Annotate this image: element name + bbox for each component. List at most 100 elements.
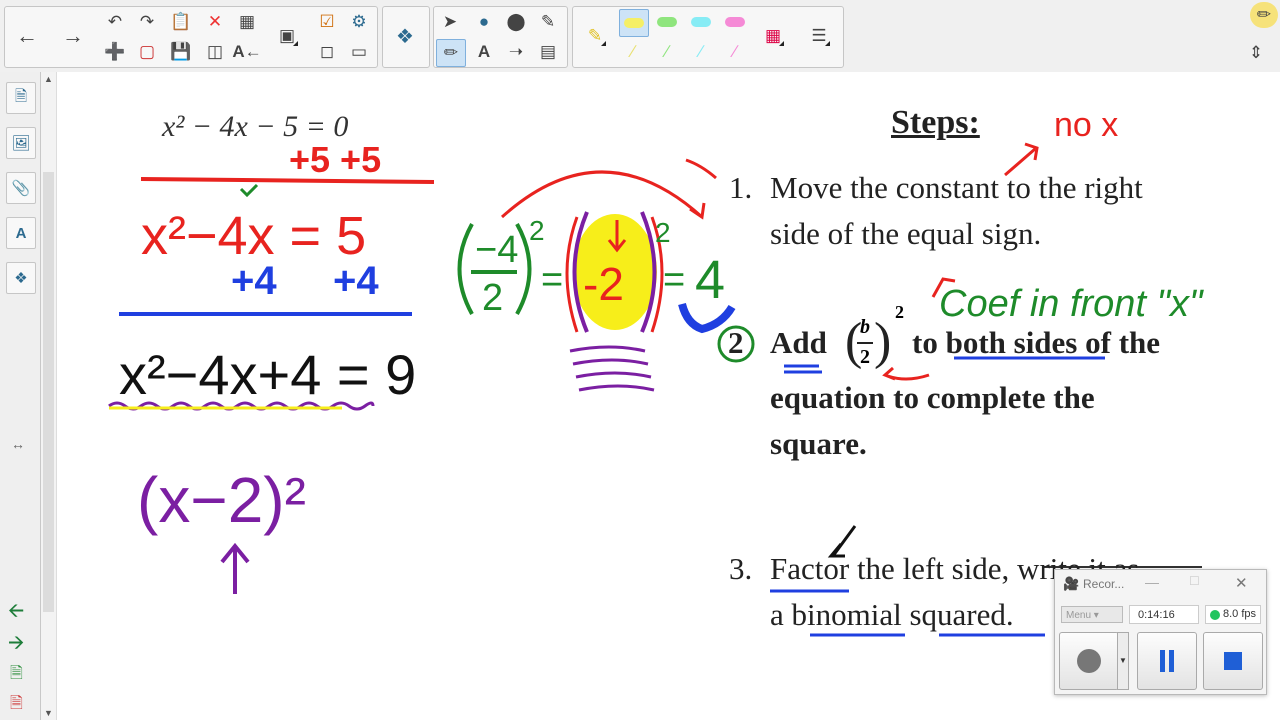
pen-light-green-icon[interactable]: ∕ xyxy=(653,39,681,65)
scroll-thumb[interactable] xyxy=(43,172,54,612)
add-page-sidebar-icon[interactable]: 🗎 xyxy=(10,662,23,689)
forward-arrow-icon[interactable]: → xyxy=(59,23,87,49)
undo-icon[interactable]: ↶ xyxy=(101,9,129,35)
scroll-up-icon[interactable]: ▲ xyxy=(44,74,53,84)
fill-icon[interactable]: ⬤ xyxy=(502,9,530,35)
redo-icon[interactable]: ↷ xyxy=(133,9,161,35)
lines-icon[interactable]: ➝ xyxy=(502,39,530,65)
vertical-scrollbar[interactable]: ▲ ▼ xyxy=(41,72,57,720)
svg-text:2: 2 xyxy=(529,215,545,246)
add-four-left: +4 xyxy=(231,259,277,303)
color-palette-icon[interactable]: ▦ xyxy=(759,23,787,49)
page-sorter-icon[interactable]: 🗎 xyxy=(6,82,36,114)
step2-rest: to both sides of the xyxy=(912,325,1161,360)
svg-text:=: = xyxy=(541,259,563,301)
pause-icon xyxy=(1160,650,1174,672)
step1-number: 1. xyxy=(729,170,753,205)
resize-handle-icon[interactable]: ↔ xyxy=(11,436,25,452)
minimize-icon[interactable]: — xyxy=(1145,574,1159,590)
close-icon[interactable]: ✕ xyxy=(1235,574,1248,592)
steps-heading: Steps: xyxy=(891,104,980,141)
eraser-icon[interactable]: ▤ xyxy=(534,39,562,65)
pen-icon[interactable]: ✏ xyxy=(436,39,466,67)
puzzle-icon[interactable]: ❖ xyxy=(391,23,419,49)
delete-page-icon[interactable]: ▢ xyxy=(133,39,161,65)
back-arrow-icon[interactable]: ← xyxy=(13,23,41,49)
fraction-exponent: 2 xyxy=(895,302,904,322)
next-page-icon[interactable]: 🡪 xyxy=(8,628,24,662)
select-arrow-icon[interactable]: ➤ xyxy=(436,9,464,35)
save-icon[interactable]: 💾 xyxy=(167,39,195,65)
capture-icon[interactable]: ◻ xyxy=(313,39,341,65)
purple-bulb-base xyxy=(569,345,655,392)
purple-up-arrow xyxy=(220,542,250,594)
pen-yellow-icon[interactable]: ✎ xyxy=(581,23,609,49)
toolbar-group-tools: ➤ ● ⬤ ✎ ✏ A ➝ ▤ xyxy=(433,6,568,68)
record-circle-icon xyxy=(1077,649,1101,673)
toolbar-group-addons: ❖ xyxy=(382,6,430,68)
recording-time: 0:14:16 xyxy=(1129,605,1199,624)
step2-line2: equation to complete the xyxy=(770,380,1095,415)
stop-button[interactable] xyxy=(1203,632,1263,690)
fraction-numerator: −4 xyxy=(475,229,518,271)
toolbar-position-icon[interactable]: ⇕ xyxy=(1242,40,1270,66)
pause-button[interactable] xyxy=(1137,632,1197,690)
fps-value: 8.0 fps xyxy=(1223,608,1257,620)
fps-display: 8.0 fps xyxy=(1205,605,1261,624)
toolbar-group-pens: ✎ ∕ ∕ ∕ ∕ ▦ ☰ xyxy=(572,6,844,68)
status-indicator-icon xyxy=(1210,610,1220,620)
add-four-right: +4 xyxy=(333,259,379,303)
pen-light-cyan-icon[interactable]: ∕ xyxy=(687,39,715,65)
record-button[interactable] xyxy=(1059,632,1119,690)
step2-circled-number: 2 xyxy=(728,325,744,360)
svg-text:2: 2 xyxy=(655,217,671,248)
highlighter-yellow-icon[interactable] xyxy=(619,9,649,37)
fraction-two: 2 xyxy=(860,346,870,368)
red-divider-line xyxy=(140,177,435,184)
add-five-both-sides: +5 +5 xyxy=(289,139,381,180)
main-toolbar: ← → ↶ ↷ 📋 ✕ ▦ ➕ ▢ 💾 ◫ A← ▣ ☑ ⚙ ◻ ▭ ❖ ➤ ●… xyxy=(0,0,1280,73)
scroll-down-icon[interactable]: ▼ xyxy=(44,708,53,718)
text-icon[interactable]: A xyxy=(470,39,498,65)
highlighter-cyan-icon[interactable] xyxy=(687,9,715,35)
recorder-title: Recor... xyxy=(1083,577,1125,591)
record-options-dropdown[interactable]: ▼ xyxy=(1117,632,1129,690)
recorder-menu-button[interactable]: Menu ▾ xyxy=(1061,606,1123,623)
magic-pen-icon[interactable]: ✎ xyxy=(534,9,562,35)
highlighter-pink-icon[interactable] xyxy=(721,9,749,35)
text-tools-icon[interactable]: A← xyxy=(232,39,261,65)
step2-line3: square. xyxy=(770,426,867,461)
screen-shade-icon[interactable]: ◫ xyxy=(201,39,229,65)
pen-light-yellow-icon[interactable]: ∕ xyxy=(619,39,647,65)
gallery-icon[interactable]: 🖼 xyxy=(6,127,36,159)
highlighter-green-icon[interactable] xyxy=(653,9,681,35)
properties-icon[interactable]: A xyxy=(6,217,36,249)
step1-line2: side of the equal sign. xyxy=(770,216,1042,251)
red-arc-arrow xyxy=(500,170,704,219)
pen-light-pink-icon[interactable]: ∕ xyxy=(721,39,749,65)
add-ons-icon[interactable]: ⚙ xyxy=(345,9,373,35)
shape-icon[interactable]: ● xyxy=(470,9,498,35)
note-no-x: no x xyxy=(1054,106,1118,144)
recorder-app-icon: 🎥 xyxy=(1063,576,1080,591)
record-icon[interactable]: ▭ xyxy=(345,39,373,65)
paste-icon[interactable]: 📋 xyxy=(167,9,195,35)
maximize-icon[interactable]: ☐ xyxy=(1189,574,1200,588)
line-style-icon[interactable]: ☰ xyxy=(805,23,833,49)
attachments-icon[interactable]: 📎 xyxy=(6,172,36,204)
step2-add-label: Add xyxy=(770,325,827,360)
negative-two: -2 xyxy=(583,258,624,310)
previous-page-icon[interactable]: 🡨 xyxy=(8,596,24,630)
svg-text:=: = xyxy=(663,259,685,301)
add-page-icon[interactable]: ➕ xyxy=(101,39,129,65)
delete-page-sidebar-icon[interactable]: 🗎 xyxy=(10,692,23,719)
response-icon[interactable]: ☑ xyxy=(313,9,341,35)
pen-indicator-icon: ✏ xyxy=(1250,2,1278,28)
completed-equation: x²−4x+4 = 9 xyxy=(119,343,416,406)
document-camera-icon[interactable]: ▣ xyxy=(273,23,301,49)
add-ons-sidebar-icon[interactable]: ❖ xyxy=(6,262,36,294)
factored-form: (x−2)² xyxy=(137,464,306,536)
step3-number: 3. xyxy=(729,551,753,586)
delete-icon[interactable]: ✕ xyxy=(201,9,229,35)
table-icon[interactable]: ▦ xyxy=(233,9,261,35)
